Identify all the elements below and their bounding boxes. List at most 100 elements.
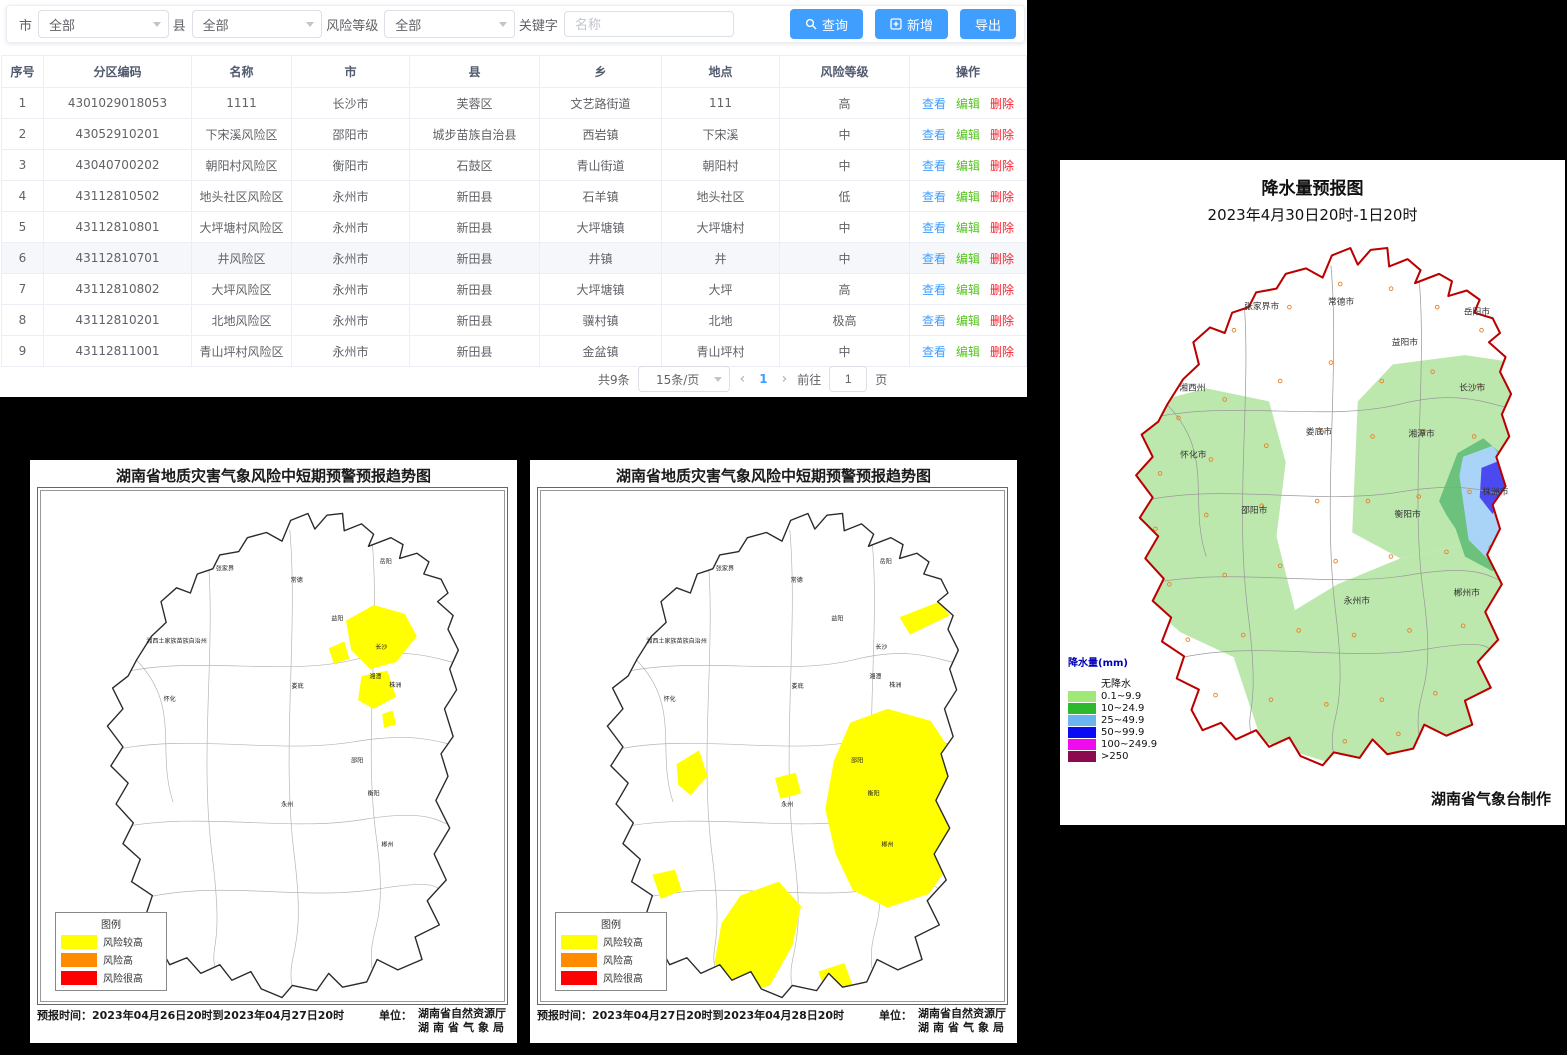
city-filter-label: 市	[19, 15, 32, 34]
next-page-button[interactable]: ›	[780, 371, 790, 387]
view-link[interactable]: 查看	[922, 97, 946, 111]
legend-item: 风险较高	[61, 934, 161, 949]
legend-swatch	[1068, 703, 1096, 714]
view-link[interactable]: 查看	[922, 128, 946, 142]
view-link[interactable]: 查看	[922, 252, 946, 266]
add-button[interactable]: 新增	[875, 9, 948, 39]
precip-legend: 降水量(mm) 无降水0.1~9.910~24.925~49.950~99.91…	[1068, 654, 1157, 762]
goto-label: 前往	[797, 371, 821, 388]
edit-link[interactable]: 编辑	[956, 97, 980, 111]
city-filter-select[interactable]: 全部	[38, 10, 169, 38]
legend-label: 0.1~9.9	[1101, 691, 1141, 702]
cell-name: 1111	[192, 88, 292, 119]
delete-link[interactable]: 删除	[990, 159, 1014, 173]
city-label: 岳阳	[380, 558, 392, 566]
add-icon	[890, 18, 902, 30]
unit-org-1: 湖南省自然资源厅	[918, 1007, 1008, 1021]
current-page[interactable]: 1	[755, 372, 771, 386]
view-link[interactable]: 查看	[922, 314, 946, 328]
legend-item: 0.1~9.9	[1068, 691, 1157, 702]
risk-level-filter-label: 风险等级	[326, 15, 378, 34]
legend-item: 10~24.9	[1068, 703, 1157, 714]
legend-label: 10~24.9	[1101, 703, 1144, 714]
view-link[interactable]: 查看	[922, 283, 946, 297]
delete-link[interactable]: 删除	[990, 221, 1014, 235]
cell-town: 青山街道	[540, 150, 662, 181]
precip-map-card: 降水量预报图 2023年4月30日20时-1日20时 湘西州张家界市常德市岳阳市…	[1060, 160, 1565, 825]
chevron-down-icon	[153, 22, 161, 27]
table-row: 743112810802大坪风险区永州市新田县大坪塘镇大坪高查看编辑删除	[2, 274, 1027, 305]
cell-code: 43040700202	[44, 150, 192, 181]
legend-rows: 风险较高风险高风险很高	[61, 934, 161, 985]
cell-code: 43052910201	[44, 119, 192, 150]
cell-name: 大坪塘村风险区	[192, 212, 292, 243]
edit-link[interactable]: 编辑	[956, 345, 980, 359]
column-header: 乡	[540, 56, 662, 88]
city-label: 湘潭	[369, 673, 381, 681]
view-link[interactable]: 查看	[922, 221, 946, 235]
edit-link[interactable]: 编辑	[956, 190, 980, 204]
view-link[interactable]: 查看	[922, 159, 946, 173]
cell-city: 永州市	[292, 274, 410, 305]
city-label: 邵阳	[351, 756, 363, 764]
trend-map-legend: 图例 风险较高风险高风险很高	[555, 912, 667, 991]
delete-link[interactable]: 删除	[990, 252, 1014, 266]
view-link[interactable]: 查看	[922, 190, 946, 204]
county-filter-select[interactable]: 全部	[192, 10, 323, 38]
trend-map-title: 湖南省地质灾害气象风险中短期预警预报趋势图	[530, 460, 1017, 486]
edit-link[interactable]: 编辑	[956, 283, 980, 297]
legend-item: 风险很高	[561, 970, 661, 985]
legend-swatch	[1068, 739, 1096, 750]
edit-link[interactable]: 编辑	[956, 314, 980, 328]
cell-city: 永州市	[292, 212, 410, 243]
delete-link[interactable]: 删除	[990, 314, 1014, 328]
risk-level-filter-value: 全部	[395, 15, 421, 34]
cell-no: 1	[2, 88, 44, 119]
cell-risk: 低	[780, 181, 910, 212]
cell-risk: 高	[780, 88, 910, 119]
edit-link[interactable]: 编辑	[956, 128, 980, 142]
edit-link[interactable]: 编辑	[956, 252, 980, 266]
cell-actions: 查看编辑删除	[910, 150, 1027, 181]
risk-level-filter-select[interactable]: 全部	[384, 10, 515, 38]
delete-link[interactable]: 删除	[990, 128, 1014, 142]
legend-title: 图例	[61, 916, 161, 931]
cell-county: 新田县	[410, 336, 540, 367]
city-label: 永州	[781, 801, 793, 809]
city-label: 郴州市	[1454, 586, 1481, 598]
view-link[interactable]: 查看	[922, 345, 946, 359]
legend-label: 风险很高	[103, 970, 143, 985]
cell-county: 新田县	[410, 274, 540, 305]
goto-page-input[interactable]	[829, 366, 867, 392]
delete-link[interactable]: 删除	[990, 97, 1014, 111]
cell-risk: 中	[780, 150, 910, 181]
table-row: 143010290180531111长沙市芙蓉区文艺路街道111高查看编辑删除	[2, 88, 1027, 119]
legend-swatch	[61, 953, 97, 967]
city-label: 长沙市	[1459, 381, 1486, 393]
unit-org-2: 湖南省气象局	[918, 1021, 1008, 1035]
legend-swatch	[561, 971, 597, 985]
cell-place: 地头社区	[662, 181, 780, 212]
edit-link[interactable]: 编辑	[956, 159, 980, 173]
cell-no: 5	[2, 212, 44, 243]
search-button[interactable]: 查询	[790, 9, 863, 39]
pagination: 共9条 15条/页 ‹ 1 › 前往 页	[598, 366, 887, 392]
export-button[interactable]: 导出	[960, 9, 1016, 39]
column-header: 市	[292, 56, 410, 88]
legend-label: >250	[1101, 751, 1128, 762]
cell-name: 北地风险区	[192, 305, 292, 336]
risk-zone-panel: 市 全部 县 全部 风险等级 全部 关键字 查询	[0, 0, 1027, 397]
edit-link[interactable]: 编辑	[956, 221, 980, 235]
delete-link[interactable]: 删除	[990, 345, 1014, 359]
city-label: 长沙	[375, 643, 387, 651]
keyword-input[interactable]	[564, 11, 734, 37]
page-size-select[interactable]: 15条/页	[638, 366, 730, 392]
table-row: 843112810201北地风险区永州市新田县骥村镇北地极高查看编辑删除	[2, 305, 1027, 336]
delete-link[interactable]: 删除	[990, 283, 1014, 297]
city-label: 怀化市	[1180, 449, 1207, 461]
prev-page-button[interactable]: ‹	[738, 371, 748, 387]
cell-risk: 中	[780, 336, 910, 367]
table-row: 643112810701井风险区永州市新田县井镇井中查看编辑删除	[2, 243, 1027, 274]
risk-table: 序号分区编码名称市县乡地点风险等级操作 143010290180531111长沙…	[1, 55, 1027, 367]
delete-link[interactable]: 删除	[990, 190, 1014, 204]
